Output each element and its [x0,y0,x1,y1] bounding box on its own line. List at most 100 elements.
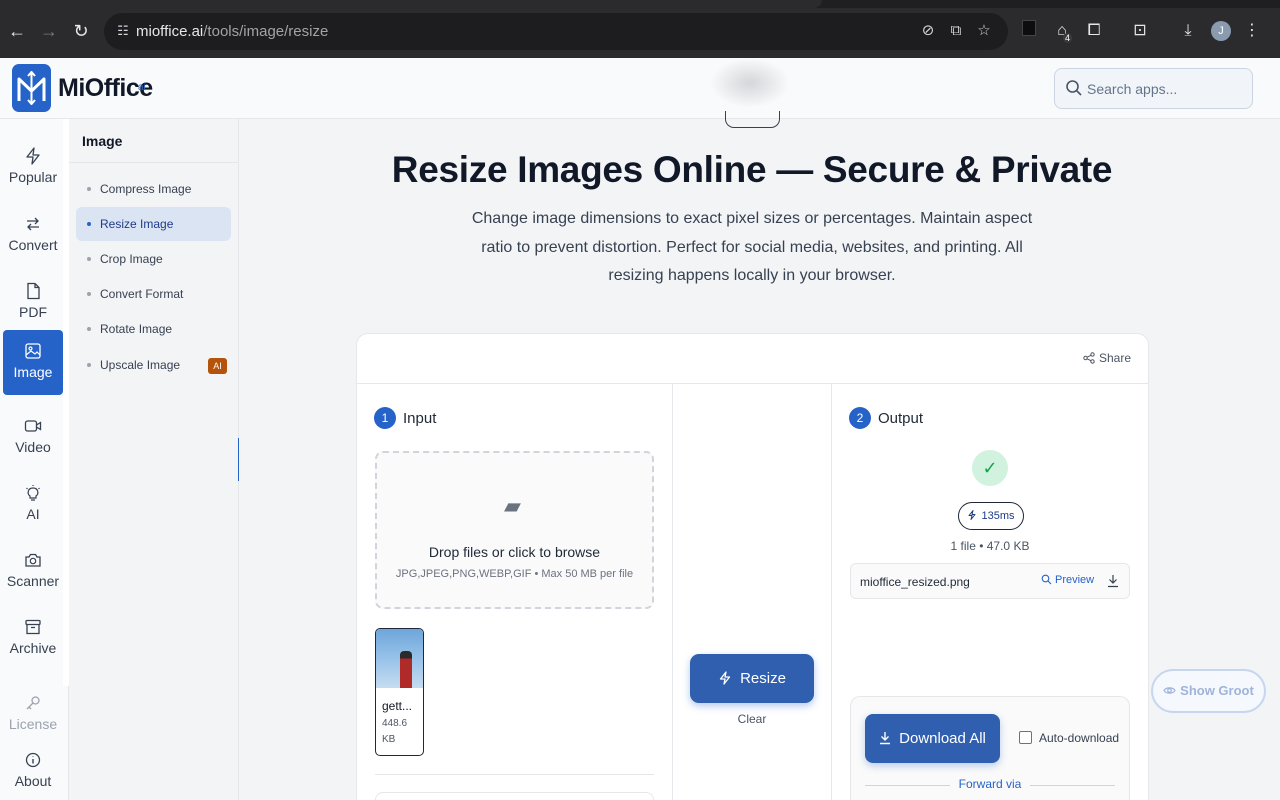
rail-item-archive[interactable]: Archive [3,606,63,671]
page-title: Resize Images Online — Secure & Private [391,149,1113,190]
category-rail: Popular Convert PDF Image Video AI Scann… [0,119,69,800]
dropzone-hint: JPG,JPEG,PNG,WEBP,GIF • Max 50 MB per fi… [395,568,634,580]
sidebar-item-rotate-image[interactable]: Rotate Image [76,312,231,346]
share-button[interactable]: Share [1083,351,1131,365]
address-bar[interactable]: ☷ mioffice.ai/tools/image/resize ⊘ ⧉ ☆ [104,13,1008,50]
sidebar-item-label: Upscale Image [100,358,181,372]
browser-toolbar: ← → ↻ ☷ mioffice.ai/tools/image/resize ⊘… [0,0,1280,58]
divider [672,384,673,800]
input-heading: Input [403,410,437,427]
lightning-icon [26,147,40,165]
back-icon[interactable]: ← [6,20,28,42]
image-tools-sidebar: Image Compress Image Resize Image Crop I… [69,119,239,800]
rail-item-license[interactable]: License [3,682,63,747]
resize-label: Resize [740,670,786,687]
extension-icon[interactable] [1018,20,1040,42]
download-icon[interactable] [1107,574,1119,588]
extension-badge: 4 [1063,33,1073,43]
arrows-swap-icon [27,217,39,231]
install-app-icon[interactable]: ⧉ [947,22,965,40]
checkbox-box[interactable] [1019,731,1032,744]
logo-mark-icon [17,71,46,105]
rail-label: Image [13,364,53,380]
auto-download-label: Auto-download [1039,731,1120,745]
input-file-name: gett... [382,699,413,713]
brand-suffix: ai [138,82,146,93]
search-box[interactable] [1054,68,1253,109]
image-icon [25,343,41,359]
download-all-label: Download All [899,730,986,747]
lightbulb-icon [26,485,40,501]
sidebar-item-upscale-image[interactable]: Upscale Image AI [76,348,231,382]
divider [375,774,654,775]
magnifier-icon [1041,574,1052,585]
sidebar-item-convert-format[interactable]: Convert Format [76,277,231,311]
rail-item-image[interactable]: Image [3,330,63,395]
search-input[interactable] [1087,78,1242,100]
eye-icon [1163,687,1176,694]
sidebar-item-crop-image[interactable]: Crop Image [76,242,231,276]
rail-item-popular[interactable]: Popular [3,135,63,200]
download-icon [880,732,891,745]
logo[interactable] [12,64,51,112]
header-pill-edge [725,111,780,128]
resize-button[interactable]: Resize [690,654,814,703]
auto-download-checkbox[interactable]: Auto-download [1019,731,1119,745]
sidebar-item-compress-image[interactable]: Compress Image [76,172,231,206]
tool-card: Share 1 Input ▰ Drop files or click to b… [356,333,1149,800]
reload-icon[interactable]: ↻ [70,20,92,42]
rail-item-scanner[interactable]: Scanner [3,539,63,604]
rail-item-video[interactable]: Video [3,405,63,470]
divider [69,162,238,163]
download-panel: Download All Auto-download Forward via [850,696,1130,800]
file-dropzone[interactable]: ▰ Drop files or click to browse JPG,JPEG… [375,451,654,609]
site-info-icon[interactable]: ☷ [114,22,132,40]
dropzone-title: Drop files or click to browse [428,544,601,560]
app-header: MiOffice ai [0,58,1280,119]
sidebar-title: Image [82,133,123,149]
puzzle-icon[interactable]: ⧠ [1083,20,1105,42]
rail-item-convert[interactable]: Convert [3,203,63,268]
output-file-row: mioffice_resized.png Preview [850,563,1130,599]
preview-label: Preview [1055,574,1095,586]
key-icon [26,696,40,710]
divider [831,384,832,800]
show-groot-label: Show Groot [1180,683,1254,698]
check-icon: ✓ [972,450,1008,486]
page-subtitle: Change image dimensions to exact pixel s… [471,210,1033,284]
rail-label: About [14,773,52,789]
show-groot-button[interactable]: Show Groot [1151,669,1266,713]
image-thumbnail [376,629,423,688]
rail-label: PDF [19,304,47,320]
divider [357,383,1148,384]
cast-off-icon[interactable]: ⊘ [919,22,937,40]
processing-time: 135ms [981,510,1015,522]
lightning-icon [719,671,731,685]
forward-via-label: Forward via [958,777,1022,791]
bookmark-star-icon[interactable]: ☆ [975,22,993,40]
clear-button[interactable]: Clear [690,712,814,726]
preview-button[interactable]: Preview [1041,574,1094,586]
rail-item-about[interactable]: About [3,739,63,800]
sidebar-item-resize-image[interactable]: Resize Image [76,207,231,241]
forward-icon[interactable]: → [38,20,60,42]
main-content: Resize Images Online — Secure & Private … [239,111,1280,800]
kebab-menu-icon[interactable]: ⋮ [1241,20,1263,42]
output-summary: 1 file • 47.0 KB [950,539,1030,553]
avatar[interactable]: J [1211,21,1231,41]
input-file-size: 448.6 KB [382,718,408,745]
share-icon [1083,352,1095,364]
share-label: Share [1098,351,1131,365]
rail-label: Archive [9,640,57,656]
output-heading: Output [878,410,924,427]
ai-badge: AI [208,358,227,374]
download-all-button[interactable]: Download All [865,714,1000,763]
rail-item-ai[interactable]: AI [3,472,63,537]
output-file-name: mioffice_resized.png [860,575,970,589]
downloads-icon[interactable]: ⤓ [1177,20,1199,42]
input-file-card[interactable]: gett... 448.6 KB [375,628,424,756]
url-text[interactable]: mioffice.ai/tools/image/resize [136,23,328,40]
folder-icon: ▰ [504,493,521,518]
tab-search-icon[interactable]: ⊡ [1129,20,1151,42]
rail-item-pdf[interactable]: PDF [3,270,63,335]
